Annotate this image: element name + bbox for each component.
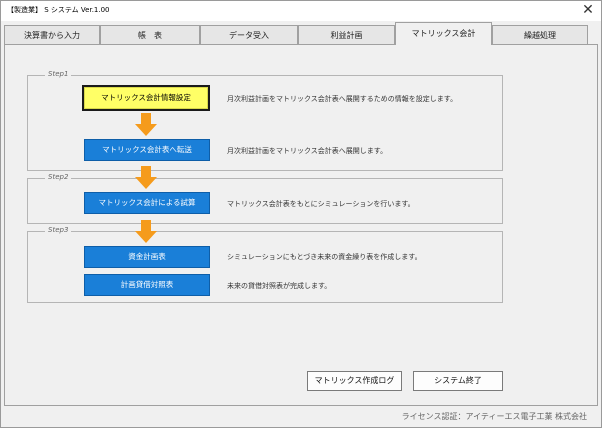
- matrix-transfer-desc: 月次利益計画をマトリックス会計表へ展開します。: [227, 147, 388, 155]
- tab-reports[interactable]: 帳 表: [100, 25, 200, 44]
- tab-matrix-accounting[interactable]: マトリックス会計: [395, 22, 492, 45]
- matrix-trial-button[interactable]: マトリックス会計による試算: [84, 192, 210, 214]
- matrix-trial-desc: マトリックス会計表をもとにシミュレーションを行います。: [227, 200, 415, 208]
- system-exit-button[interactable]: システム終了: [413, 371, 503, 391]
- down-arrow-icon: [135, 220, 157, 243]
- app-window: 【製造業】 S システム Ver.1.00 ✕ 決算書から入力 帳 表 データ受…: [0, 0, 602, 428]
- step2-label: Step2: [45, 173, 72, 181]
- tab-strip: 決算書から入力 帳 表 データ受入 利益計画 マトリックス会計 繰越処理: [1, 21, 601, 45]
- window-title: 【製造業】 S システム Ver.1.00: [7, 6, 110, 14]
- step1-label: Step1: [45, 70, 72, 78]
- matrix-log-button[interactable]: マトリックス作成ログ: [307, 371, 402, 391]
- funds-plan-desc: シミュレーションにもとづき未来の資金繰り表を作成します。: [227, 253, 422, 261]
- step3-label: Step3: [45, 226, 72, 234]
- balance-plan-button[interactable]: 計画貸借対照表: [84, 274, 210, 296]
- matrix-setup-button[interactable]: マトリックス会計情報設定: [82, 85, 210, 111]
- tab-profit-plan[interactable]: 利益計画: [298, 25, 395, 44]
- close-icon[interactable]: ✕: [579, 3, 597, 19]
- matrix-transfer-button[interactable]: マトリックス会計表へ転送: [84, 139, 210, 161]
- tab-data-import[interactable]: データ受入: [200, 25, 298, 44]
- tab-input-from-statements[interactable]: 決算書から入力: [4, 25, 100, 44]
- balance-plan-desc: 未来の貸借対照表が完成します。: [227, 282, 332, 290]
- down-arrow-icon: [135, 113, 157, 136]
- license-text: ライセンス認証：アイティーエス電子工業 株式会社: [401, 412, 587, 421]
- funds-plan-button[interactable]: 資金計画表: [84, 246, 210, 268]
- title-bar: 【製造業】 S システム Ver.1.00 ✕: [1, 1, 601, 21]
- down-arrow-icon: [135, 166, 157, 189]
- tab-carry-forward[interactable]: 繰越処理: [492, 25, 588, 44]
- matrix-setup-desc: 月次利益計画をマトリックス会計表へ展開するための情報を設定します。: [227, 95, 458, 103]
